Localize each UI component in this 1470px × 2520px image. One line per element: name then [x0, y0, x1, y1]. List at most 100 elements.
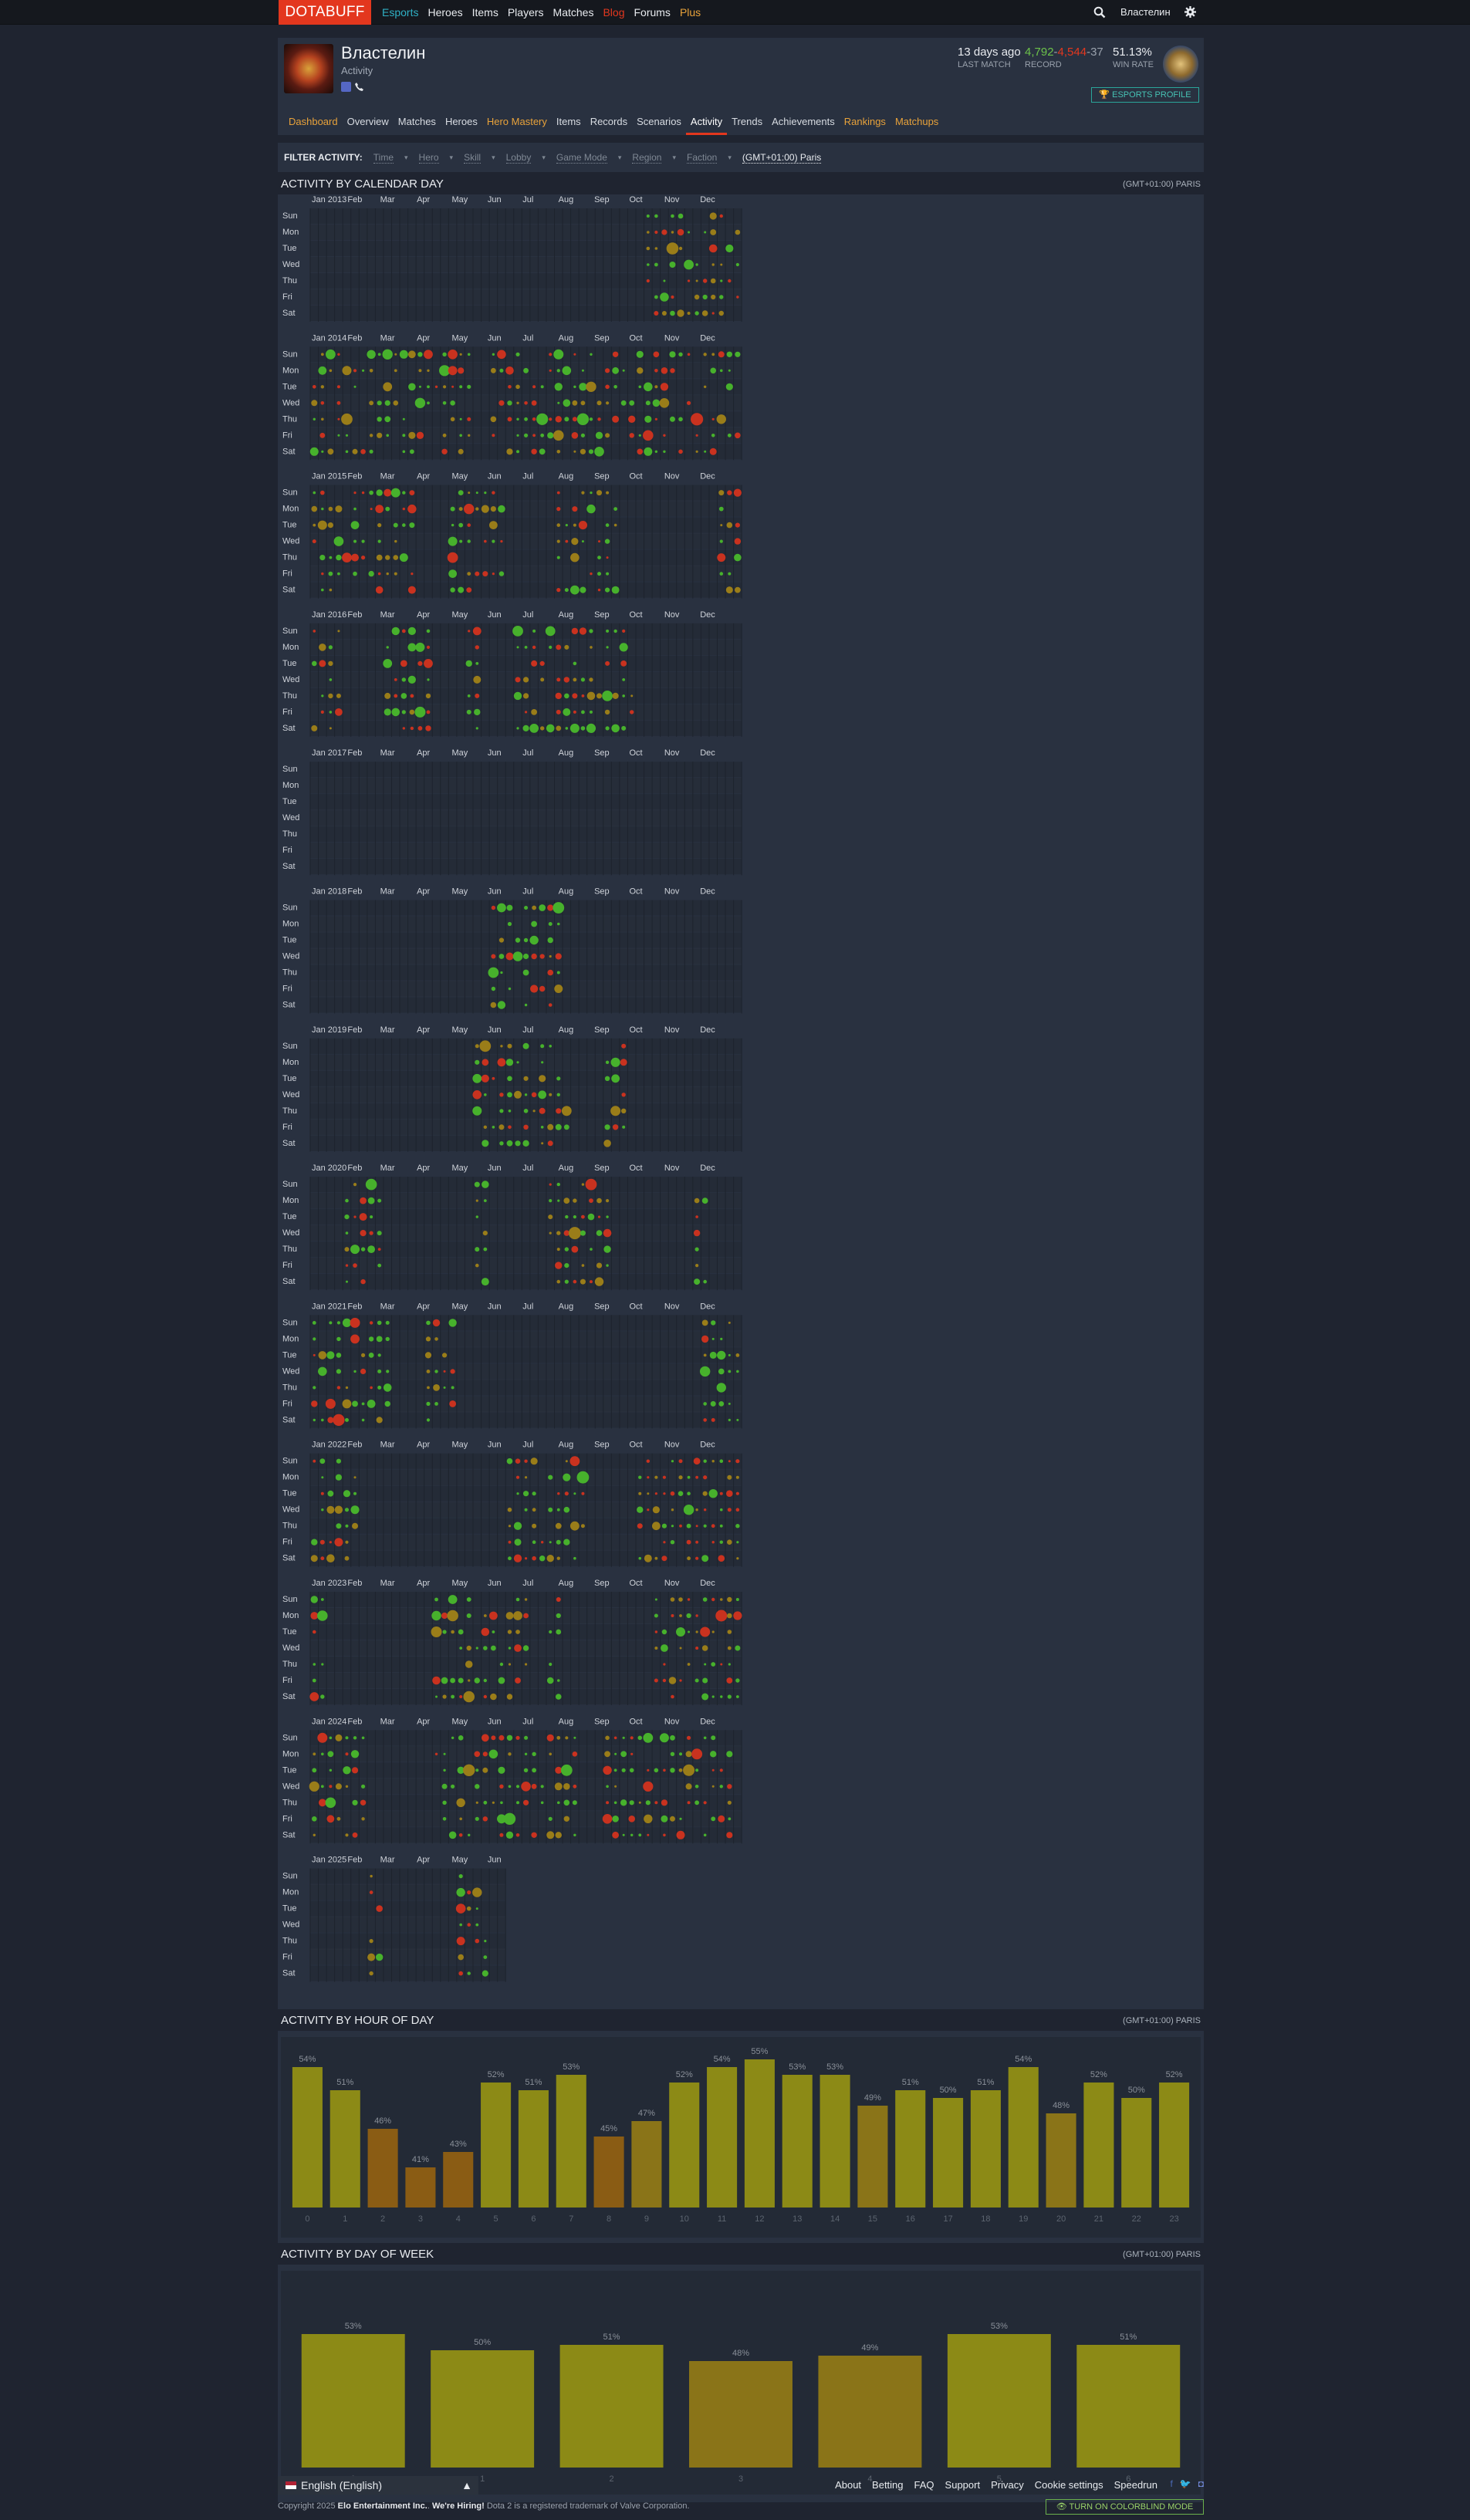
activity-dot[interactable]	[377, 1198, 382, 1203]
activity-dot[interactable]	[686, 1613, 691, 1619]
activity-dot[interactable]	[687, 1801, 691, 1805]
activity-dot[interactable]	[628, 415, 636, 423]
activity-dot[interactable]	[735, 229, 741, 235]
activity-dot[interactable]	[384, 400, 390, 406]
activity-dot[interactable]	[596, 1198, 602, 1204]
activity-dot[interactable]	[342, 552, 352, 562]
activity-dot[interactable]	[498, 1124, 505, 1130]
activity-dot[interactable]	[580, 400, 586, 406]
activity-dot[interactable]	[328, 506, 333, 512]
activity-dot[interactable]	[443, 1752, 446, 1755]
activity-dot[interactable]	[719, 1540, 723, 1544]
activity-dot[interactable]	[458, 367, 465, 374]
activity-dot[interactable]	[466, 1906, 471, 1911]
activity-dot[interactable]	[410, 694, 414, 698]
activity-dot[interactable]	[313, 1752, 316, 1756]
activity-dot[interactable]	[596, 490, 603, 496]
activity-dot[interactable]	[313, 1386, 316, 1390]
activity-dot[interactable]	[719, 539, 723, 543]
activity-dot[interactable]	[344, 1214, 350, 1220]
activity-dot[interactable]	[573, 353, 576, 356]
activity-dot[interactable]	[508, 1110, 512, 1113]
activity-dot[interactable]	[475, 1247, 480, 1252]
activity-dot[interactable]	[497, 1058, 506, 1067]
activity-dot[interactable]	[498, 1677, 505, 1684]
activity-dot[interactable]	[327, 1417, 334, 1424]
activity-dot[interactable]	[539, 660, 545, 667]
filter-lobby[interactable]: Lobby	[505, 152, 532, 164]
activity-dot[interactable]	[326, 1554, 335, 1562]
activity-dot[interactable]	[556, 1093, 560, 1097]
activity-dot[interactable]	[556, 1735, 561, 1740]
activity-dot[interactable]	[337, 630, 340, 633]
activity-dot[interactable]	[399, 350, 408, 359]
activity-dot[interactable]	[556, 709, 561, 714]
activity-dot[interactable]	[447, 552, 458, 563]
activity-dot[interactable]	[329, 1736, 333, 1740]
activity-dot[interactable]	[556, 1508, 560, 1512]
activity-dot[interactable]	[556, 588, 561, 593]
activity-dot[interactable]	[573, 1198, 577, 1203]
activity-dot[interactable]	[516, 1492, 519, 1495]
activity-dot[interactable]	[532, 1508, 536, 1512]
activity-dot[interactable]	[312, 539, 316, 544]
activity-dot[interactable]	[586, 504, 596, 514]
activity-dot[interactable]	[467, 417, 471, 421]
activity-dot[interactable]	[659, 1733, 669, 1743]
activity-dot[interactable]	[606, 572, 610, 576]
activity-dot[interactable]	[513, 1522, 522, 1530]
activity-dot[interactable]	[678, 246, 683, 251]
activity-dot[interactable]	[483, 1199, 487, 1202]
activity-dot[interactable]	[728, 1817, 732, 1821]
activity-dot[interactable]	[622, 1736, 625, 1739]
activity-dot[interactable]	[719, 1785, 723, 1789]
activity-dot[interactable]	[321, 572, 324, 576]
activity-dot[interactable]	[596, 400, 602, 406]
activity-dot[interactable]	[654, 385, 658, 389]
activity-dot[interactable]	[728, 572, 732, 576]
activity-dot[interactable]	[448, 1319, 457, 1327]
activity-dot[interactable]	[334, 1505, 343, 1514]
activity-dot[interactable]	[670, 1491, 675, 1496]
activity-dot[interactable]	[524, 1557, 528, 1560]
activity-dot[interactable]	[311, 725, 318, 731]
activity-dot[interactable]	[451, 1694, 455, 1699]
activity-dot[interactable]	[561, 1106, 572, 1116]
activity-dot[interactable]	[728, 1370, 732, 1373]
activity-dot[interactable]	[327, 1751, 334, 1758]
activity-dot[interactable]	[451, 523, 455, 527]
activity-dot[interactable]	[458, 1971, 463, 1976]
activity-dot[interactable]	[563, 1506, 570, 1513]
activity-dot[interactable]	[317, 1732, 328, 1743]
bar-12[interactable]	[744, 2059, 775, 2208]
activity-dot[interactable]	[360, 1230, 367, 1237]
activity-dot[interactable]	[736, 1541, 739, 1544]
activity-dot[interactable]	[720, 524, 723, 527]
activity-dot[interactable]	[483, 1247, 488, 1252]
activity-dot[interactable]	[377, 400, 382, 406]
activity-dot[interactable]	[472, 1887, 482, 1897]
activity-dot[interactable]	[507, 400, 512, 406]
activity-dot[interactable]	[507, 1630, 512, 1634]
activity-dot[interactable]	[532, 417, 536, 421]
activity-dot[interactable]	[541, 1142, 544, 1145]
activity-dot[interactable]	[344, 1417, 349, 1422]
activity-dot[interactable]	[522, 1645, 529, 1651]
activity-dot[interactable]	[513, 1554, 522, 1562]
activity-dot[interactable]	[488, 1611, 498, 1620]
activity-dot[interactable]	[475, 645, 479, 650]
activity-dot[interactable]	[376, 489, 383, 496]
dotabuff-logo[interactable]: DOTABUFF	[279, 0, 371, 25]
activity-dot[interactable]	[508, 987, 512, 991]
activity-dot[interactable]	[596, 693, 603, 699]
activity-dot[interactable]	[621, 1043, 627, 1049]
bar-2[interactable]	[367, 2129, 398, 2208]
activity-dot[interactable]	[326, 1815, 335, 1823]
activity-dot[interactable]	[318, 1799, 326, 1807]
activity-dot[interactable]	[319, 432, 326, 438]
activity-dot[interactable]	[345, 1540, 349, 1544]
activity-dot[interactable]	[619, 643, 628, 652]
bar-21[interactable]	[1083, 2083, 1114, 2208]
activity-dot[interactable]	[563, 1799, 570, 1806]
activity-dot[interactable]	[695, 1768, 699, 1772]
